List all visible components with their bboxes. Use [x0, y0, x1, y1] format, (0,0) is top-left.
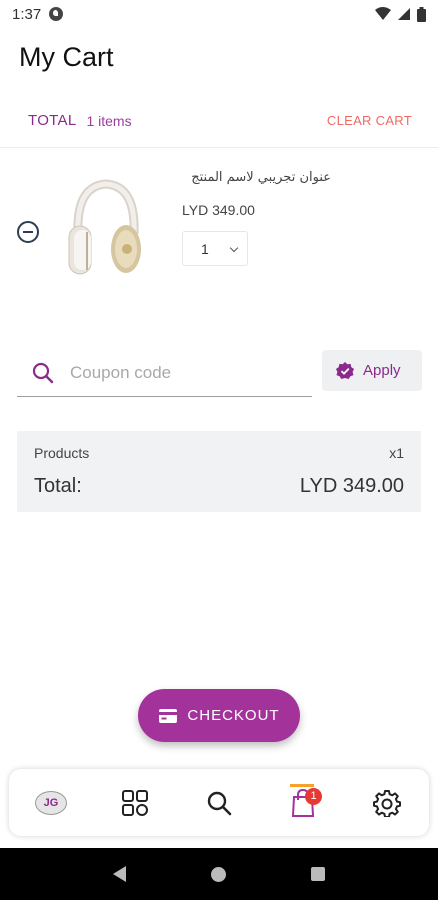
search-icon — [32, 362, 54, 384]
clear-cart-button[interactable]: CLEAR CART — [327, 113, 412, 128]
quantity-value: 1 — [201, 240, 209, 257]
page-title: My Cart — [19, 42, 114, 72]
product-price: LYD 349.00 — [182, 202, 255, 218]
status-bar: 1:37 — [0, 0, 438, 28]
product-image-headphones[interactable] — [66, 174, 146, 284]
bottom-nav: JG 1 — [9, 769, 429, 836]
items-count: 1 items — [86, 112, 132, 129]
status-icons — [375, 6, 426, 22]
total-value: LYD 349.00 — [299, 475, 404, 497]
nav-settings[interactable] — [362, 778, 412, 828]
checkout-button[interactable]: CHECKOUT — [138, 689, 300, 742]
coupon-field[interactable] — [17, 350, 312, 397]
system-navigation-bar — [0, 848, 438, 900]
home-icon[interactable] — [210, 866, 226, 882]
products-label: Products — [34, 445, 90, 461]
cart-count-badge: 1 — [305, 787, 322, 805]
products-quantity: x1 — [389, 445, 404, 461]
battery-icon — [417, 6, 426, 22]
total-label: Total: — [34, 475, 82, 497]
apply-coupon-button[interactable]: Apply — [322, 350, 422, 391]
credit-card-icon — [159, 708, 178, 723]
quantity-select[interactable]: 1 — [182, 231, 248, 266]
nav-categories[interactable] — [110, 778, 160, 828]
status-time: 1:37 — [12, 5, 42, 23]
app-notification-icon — [49, 7, 64, 21]
checkout-label: CHECKOUT — [187, 707, 280, 724]
chevron-down-icon — [229, 243, 239, 253]
gear-icon — [373, 789, 401, 817]
brand-logo-icon: JG — [35, 790, 67, 815]
nav-cart[interactable]: 1 — [278, 778, 328, 828]
active-tab-indicator — [290, 783, 314, 787]
verified-check-icon — [336, 361, 354, 379]
categories-grid-icon — [122, 789, 148, 816]
nav-home[interactable]: JG — [26, 778, 76, 828]
search-icon — [207, 791, 232, 815]
cart-total-row: TOTAL 1 items CLEAR CART — [28, 112, 412, 129]
signal-icon — [398, 8, 410, 20]
coupon-input[interactable] — [70, 363, 300, 383]
divider — [0, 147, 438, 148]
total-label: TOTAL — [28, 112, 77, 129]
order-summary: Products x1 Total: LYD 349.00 — [17, 431, 421, 512]
product-title[interactable]: عنوان تجريبي لاسم المنتج — [181, 170, 331, 185]
recents-icon[interactable] — [311, 867, 326, 881]
wifi-icon — [375, 7, 391, 20]
remove-item-icon[interactable] — [17, 221, 39, 243]
back-icon[interactable] — [112, 866, 126, 882]
apply-label: Apply — [363, 362, 401, 379]
nav-search[interactable] — [194, 778, 244, 828]
